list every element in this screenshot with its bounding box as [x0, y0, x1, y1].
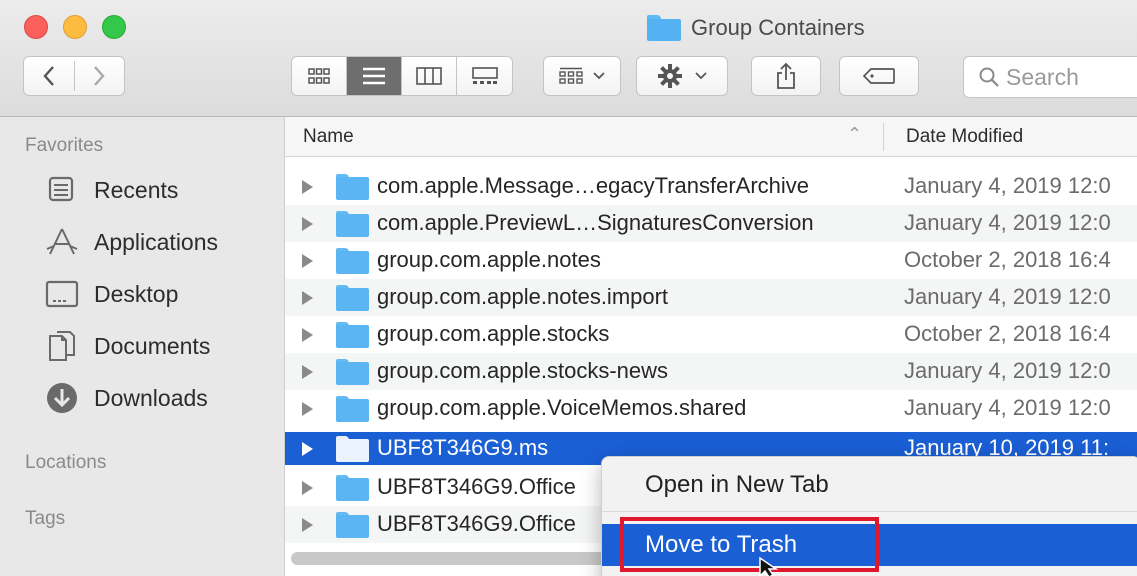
folder-icon [336, 248, 369, 274]
folder-icon [336, 174, 369, 200]
tags-header: Tags [25, 508, 66, 529]
action-menu-button[interactable] [636, 56, 728, 96]
disclosure-triangle-icon[interactable] [302, 254, 313, 268]
search-icon [979, 67, 999, 87]
search-placeholder: Search [1006, 63, 1079, 90]
folder-icon [336, 211, 369, 237]
gear-icon [658, 64, 682, 88]
sidebar-item-documents[interactable]: Documents [44, 326, 210, 366]
folder-icon [336, 285, 369, 311]
table-row[interactable]: group.com.apple.notes October 2, 2018 16… [285, 242, 1137, 279]
share-button[interactable] [751, 56, 821, 96]
divider [74, 61, 75, 91]
table-row[interactable]: com.apple.Message…egacyTransferArchive J… [285, 168, 1137, 205]
favorites-header: Favorites [25, 135, 104, 156]
column-header: Name ⌃ Date Modified [285, 117, 1137, 157]
window-toolbar: Group Containers Search [0, 0, 1137, 117]
folder-icon [336, 475, 369, 501]
search-field[interactable]: Search [963, 56, 1137, 98]
disclosure-triangle-icon[interactable] [302, 328, 313, 342]
disclosure-triangle-icon[interactable] [302, 402, 313, 416]
folder-icon [336, 359, 369, 385]
group-by-icon [559, 67, 583, 84]
chevron-down-icon [695, 72, 707, 80]
sidebar-item-downloads[interactable]: Downloads [44, 378, 208, 418]
menu-item-open-in-new-tab[interactable]: Open in New Tab [602, 465, 1137, 505]
menu-separator [602, 511, 1137, 512]
disclosure-triangle-icon[interactable] [302, 442, 313, 456]
table-row[interactable]: group.com.apple.VoiceMemos.shared Januar… [285, 390, 1137, 427]
edit-tags-button[interactable] [839, 56, 919, 96]
sidebar: Favorites Recents Applications Desktop D… [0, 117, 284, 576]
table-row[interactable]: group.com.apple.stocks October 2, 2018 1… [285, 316, 1137, 353]
mouse-pointer-icon [759, 557, 779, 576]
icon-view-button[interactable] [292, 57, 347, 95]
table-row[interactable]: group.com.apple.stocks-news January 4, 2… [285, 353, 1137, 390]
list-view-button[interactable] [347, 57, 402, 95]
disclosure-triangle-icon[interactable] [302, 518, 313, 532]
disclosure-triangle-icon[interactable] [302, 365, 313, 379]
applications-icon [46, 228, 78, 255]
column-view-button[interactable] [402, 57, 457, 95]
disclosure-triangle-icon[interactable] [302, 180, 313, 194]
navigation-buttons [23, 56, 125, 96]
view-mode-control [291, 56, 513, 96]
group-by-button[interactable] [543, 56, 621, 96]
sidebar-item-desktop[interactable]: Desktop [44, 274, 178, 314]
disclosure-triangle-icon[interactable] [302, 291, 313, 305]
table-row[interactable]: group.com.apple.notes.import January 4, … [285, 279, 1137, 316]
zoom-window-button[interactable] [102, 15, 126, 39]
column-view-icon [416, 67, 442, 85]
folder-icon [336, 512, 369, 538]
sidebar-item-recents[interactable]: Recents [44, 170, 178, 210]
folder-icon [336, 396, 369, 422]
name-column-header[interactable]: Name [303, 126, 354, 148]
folder-icon [647, 15, 681, 41]
forward-button[interactable] [74, 57, 124, 95]
window-title: Group Containers [647, 11, 865, 45]
gallery-view-button[interactable] [457, 57, 512, 95]
folder-icon [336, 436, 369, 462]
folder-icon [336, 322, 369, 348]
locations-header: Locations [25, 452, 107, 473]
close-window-button[interactable] [24, 15, 48, 39]
desktop-icon [45, 280, 79, 308]
list-view-icon [363, 67, 385, 85]
column-divider[interactable] [883, 123, 884, 151]
icon-view-icon [308, 68, 330, 84]
disclosure-triangle-icon[interactable] [302, 217, 313, 231]
recents-icon [48, 176, 74, 202]
documents-icon [49, 331, 75, 361]
table-row[interactable]: com.apple.PreviewL…SignaturesConversion … [285, 205, 1137, 242]
chevron-down-icon [593, 72, 605, 80]
horizontal-scrollbar[interactable] [291, 552, 611, 565]
minimize-window-button[interactable] [63, 15, 87, 39]
highlight-annotation [620, 517, 879, 572]
disclosure-triangle-icon[interactable] [302, 481, 313, 495]
date-modified-column-header[interactable]: Date Modified [906, 126, 1023, 148]
tag-icon [862, 68, 895, 84]
back-button[interactable] [24, 57, 74, 95]
gallery-view-icon [471, 67, 498, 84]
sort-ascending-icon: ⌃ [847, 124, 863, 144]
chevron-left-icon [43, 66, 54, 86]
downloads-icon [47, 383, 77, 413]
share-icon [777, 62, 795, 89]
chevron-right-icon [94, 66, 105, 86]
sidebar-item-applications[interactable]: Applications [44, 222, 218, 262]
